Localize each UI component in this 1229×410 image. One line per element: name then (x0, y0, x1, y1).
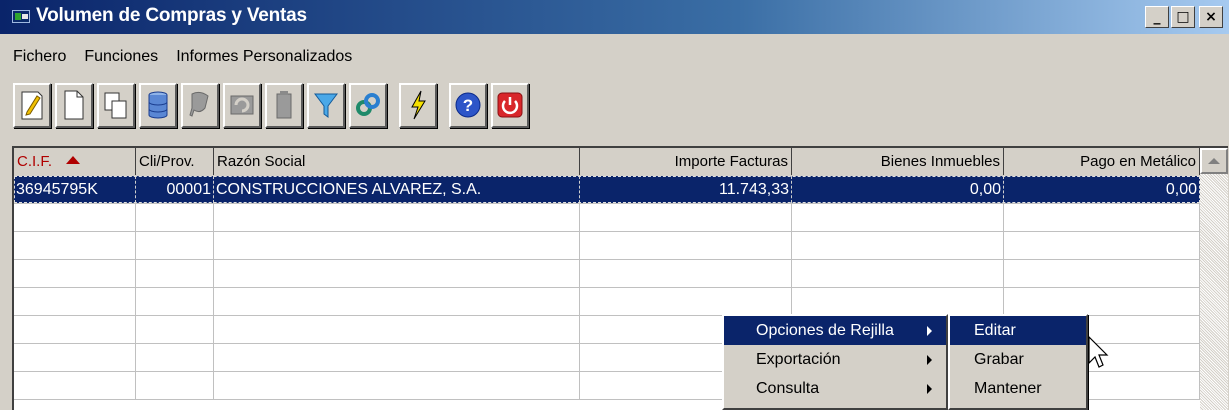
cell-razon-social: CONSTRUCCIONES ALVAREZ, S.A. (214, 176, 580, 203)
table-row-empty[interactable] (14, 288, 1200, 316)
column-header-bienes-inmuebles[interactable]: Bienes Inmuebles (792, 148, 1004, 175)
minimize-button[interactable]: _ (1145, 6, 1169, 28)
undo-icon (230, 95, 254, 115)
column-header-cif[interactable]: C.I.F. (14, 148, 136, 175)
menu-item-editar[interactable]: Editar (950, 316, 1086, 345)
link-button[interactable] (349, 82, 387, 128)
title-bar[interactable]: Volumen de Compras y Ventas _ □ × (0, 0, 1229, 34)
column-header-cliprov[interactable]: Cli/Prov. (136, 148, 214, 175)
mouse-cursor-icon (1088, 336, 1109, 368)
run-button[interactable] (399, 82, 437, 128)
table-row-empty[interactable] (14, 260, 1200, 288)
context-menu: Opciones de Rejilla Exportación Consulta (722, 314, 948, 410)
table-row[interactable]: 36945795K 00001 CONSTRUCCIONES ALVAREZ, … (14, 176, 1200, 204)
maximize-button[interactable]: □ (1171, 6, 1195, 28)
menu-bar: Fichero Funciones Informes Personalizado… (0, 45, 361, 69)
undo-button[interactable] (223, 82, 261, 128)
help-icon: ? (455, 92, 481, 118)
toolbar: ? (13, 78, 533, 132)
submenu-arrow-icon (927, 355, 932, 365)
new-document-icon (64, 90, 84, 120)
scroll-up-button[interactable] (1200, 148, 1228, 174)
arrow-up-icon (1208, 158, 1220, 164)
menu-item-exportacion[interactable]: Exportación (724, 345, 946, 374)
lightning-icon (411, 90, 426, 120)
menu-funciones[interactable]: Funciones (75, 45, 167, 69)
edit-button[interactable] (13, 82, 51, 128)
window-controls: _ □ × (1145, 6, 1223, 28)
cell-importe-facturas: 11.743,33 (580, 176, 792, 203)
menu-item-opciones-de-rejilla[interactable]: Opciones de Rejilla (724, 316, 946, 345)
app-icon (12, 10, 30, 23)
window-title: Volumen de Compras y Ventas (36, 5, 307, 26)
svg-text:?: ? (463, 96, 473, 115)
menu-fichero[interactable]: Fichero (0, 45, 75, 69)
table-row-empty[interactable] (14, 204, 1200, 232)
stamp-button[interactable] (181, 82, 219, 128)
context-submenu: Editar Grabar Mantener (948, 314, 1088, 410)
column-header-pago-metalico[interactable]: Pago en Metálico (1004, 148, 1200, 175)
submenu-arrow-icon (927, 384, 932, 394)
cell-cliprov: 00001 (136, 176, 214, 203)
database-icon (148, 91, 168, 119)
menu-item-grabar[interactable]: Grabar (950, 345, 1086, 374)
table-row-empty[interactable] (14, 232, 1200, 260)
cell-pago-metalico: 0,00 (1004, 176, 1200, 203)
column-header-razon-social[interactable]: Razón Social (214, 148, 580, 175)
grid-header: C.I.F. Cli/Prov. Razón Social Importe Fa… (14, 148, 1228, 177)
exit-button[interactable] (491, 82, 529, 128)
menu-informes-personalizados[interactable]: Informes Personalizados (167, 45, 361, 69)
database-button[interactable] (139, 82, 177, 128)
menu-item-consulta[interactable]: Consulta (724, 374, 946, 403)
close-button[interactable]: × (1199, 6, 1223, 28)
edit-icon (21, 91, 43, 120)
sort-ascending-icon (66, 156, 81, 165)
cell-cif: 36945795K (14, 176, 136, 203)
submenu-arrow-icon (927, 326, 932, 336)
column-header-importe-facturas[interactable]: Importe Facturas (580, 148, 792, 175)
copy-button[interactable] (97, 82, 135, 128)
cell-bienes-inmuebles: 0,00 (792, 176, 1004, 203)
trash-icon (276, 91, 292, 119)
new-button[interactable] (55, 82, 93, 128)
filter-icon (314, 93, 338, 118)
filter-button[interactable] (307, 82, 345, 128)
power-icon (497, 92, 523, 118)
link-icon (356, 93, 380, 116)
delete-button[interactable] (265, 82, 303, 128)
copy-icon (104, 92, 127, 119)
vertical-scrollbar[interactable] (1200, 148, 1228, 410)
help-button[interactable]: ? (449, 82, 487, 128)
menu-item-mantener[interactable]: Mantener (950, 374, 1086, 403)
stamp-icon (189, 91, 209, 117)
